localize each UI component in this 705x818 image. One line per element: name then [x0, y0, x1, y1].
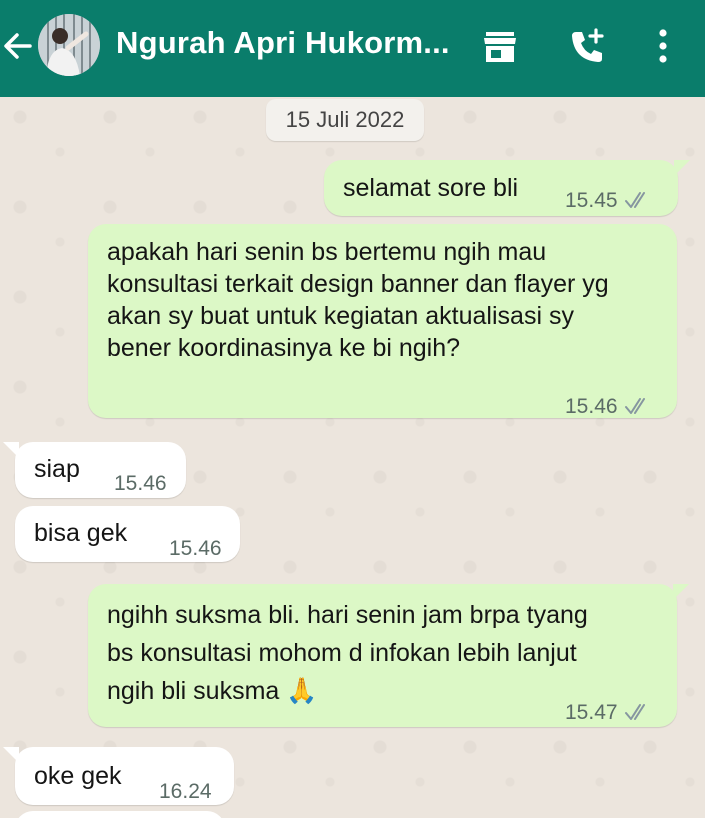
bubble-tail	[3, 747, 19, 763]
date-chip: 15 Juli 2022	[266, 99, 424, 141]
message-bubble[interactable]: siap 15.46	[3, 442, 186, 498]
bubble-tail	[3, 442, 19, 458]
message-bubble[interactable]: bisa gek 15.46	[15, 506, 240, 562]
arrow-back-icon[interactable]	[2, 26, 34, 66]
read-ticks-icon	[624, 186, 652, 218]
storefront-icon[interactable]	[482, 30, 518, 69]
message-text-lines: ngihh suksma bli. hari senin jam brpa ty…	[107, 601, 588, 705]
message-bubble[interactable]: selamat sore bli 15.45	[324, 160, 690, 218]
message-bubble[interactable]: ngihh suksma bli. hari senin jam brpa ty…	[88, 584, 689, 730]
message-bubble[interactable]: apakah hari senin bs bertemu ngih mau ko…	[88, 224, 677, 418]
message-bubble-partial	[15, 811, 225, 818]
contact-name[interactable]: Ngurah Apri Hukorm...	[116, 25, 450, 61]
add-call-icon[interactable]	[568, 26, 608, 71]
message-time: 15.46	[169, 537, 222, 560]
bubble-tail	[674, 160, 690, 176]
message-time: 16.24	[159, 780, 212, 803]
message-text-lines: apakah hari senin bs bertemu ngih mau ko…	[107, 238, 609, 362]
chat-header: Ngurah Apri Hukorm...	[0, 0, 705, 97]
message-time: 15.46	[114, 472, 167, 495]
more-vert-icon[interactable]	[656, 28, 670, 69]
read-ticks-icon	[624, 698, 652, 730]
message-time: 15.47	[565, 701, 618, 724]
message-text: siap	[34, 455, 80, 483]
message-time: 15.46	[565, 395, 618, 418]
message-bubble[interactable]: oke gek 16.24	[3, 747, 234, 805]
bubble-tail	[673, 584, 689, 600]
avatar[interactable]	[38, 14, 100, 76]
message-time: 15.45	[565, 189, 618, 212]
message-text: bisa gek	[34, 519, 128, 547]
chat-area[interactable]: 15 Juli 2022 selamat sore bli 15.45 apak…	[0, 97, 705, 818]
message-text: ngihh suksma bli. hari senin jam brpa ty…	[107, 596, 612, 710]
message-text: selamat sore bli	[343, 174, 519, 202]
read-ticks-icon	[624, 392, 652, 424]
message-text: apakah hari senin bs bertemu ngih mau ko…	[107, 236, 617, 364]
message-text: oke gek	[34, 762, 122, 790]
